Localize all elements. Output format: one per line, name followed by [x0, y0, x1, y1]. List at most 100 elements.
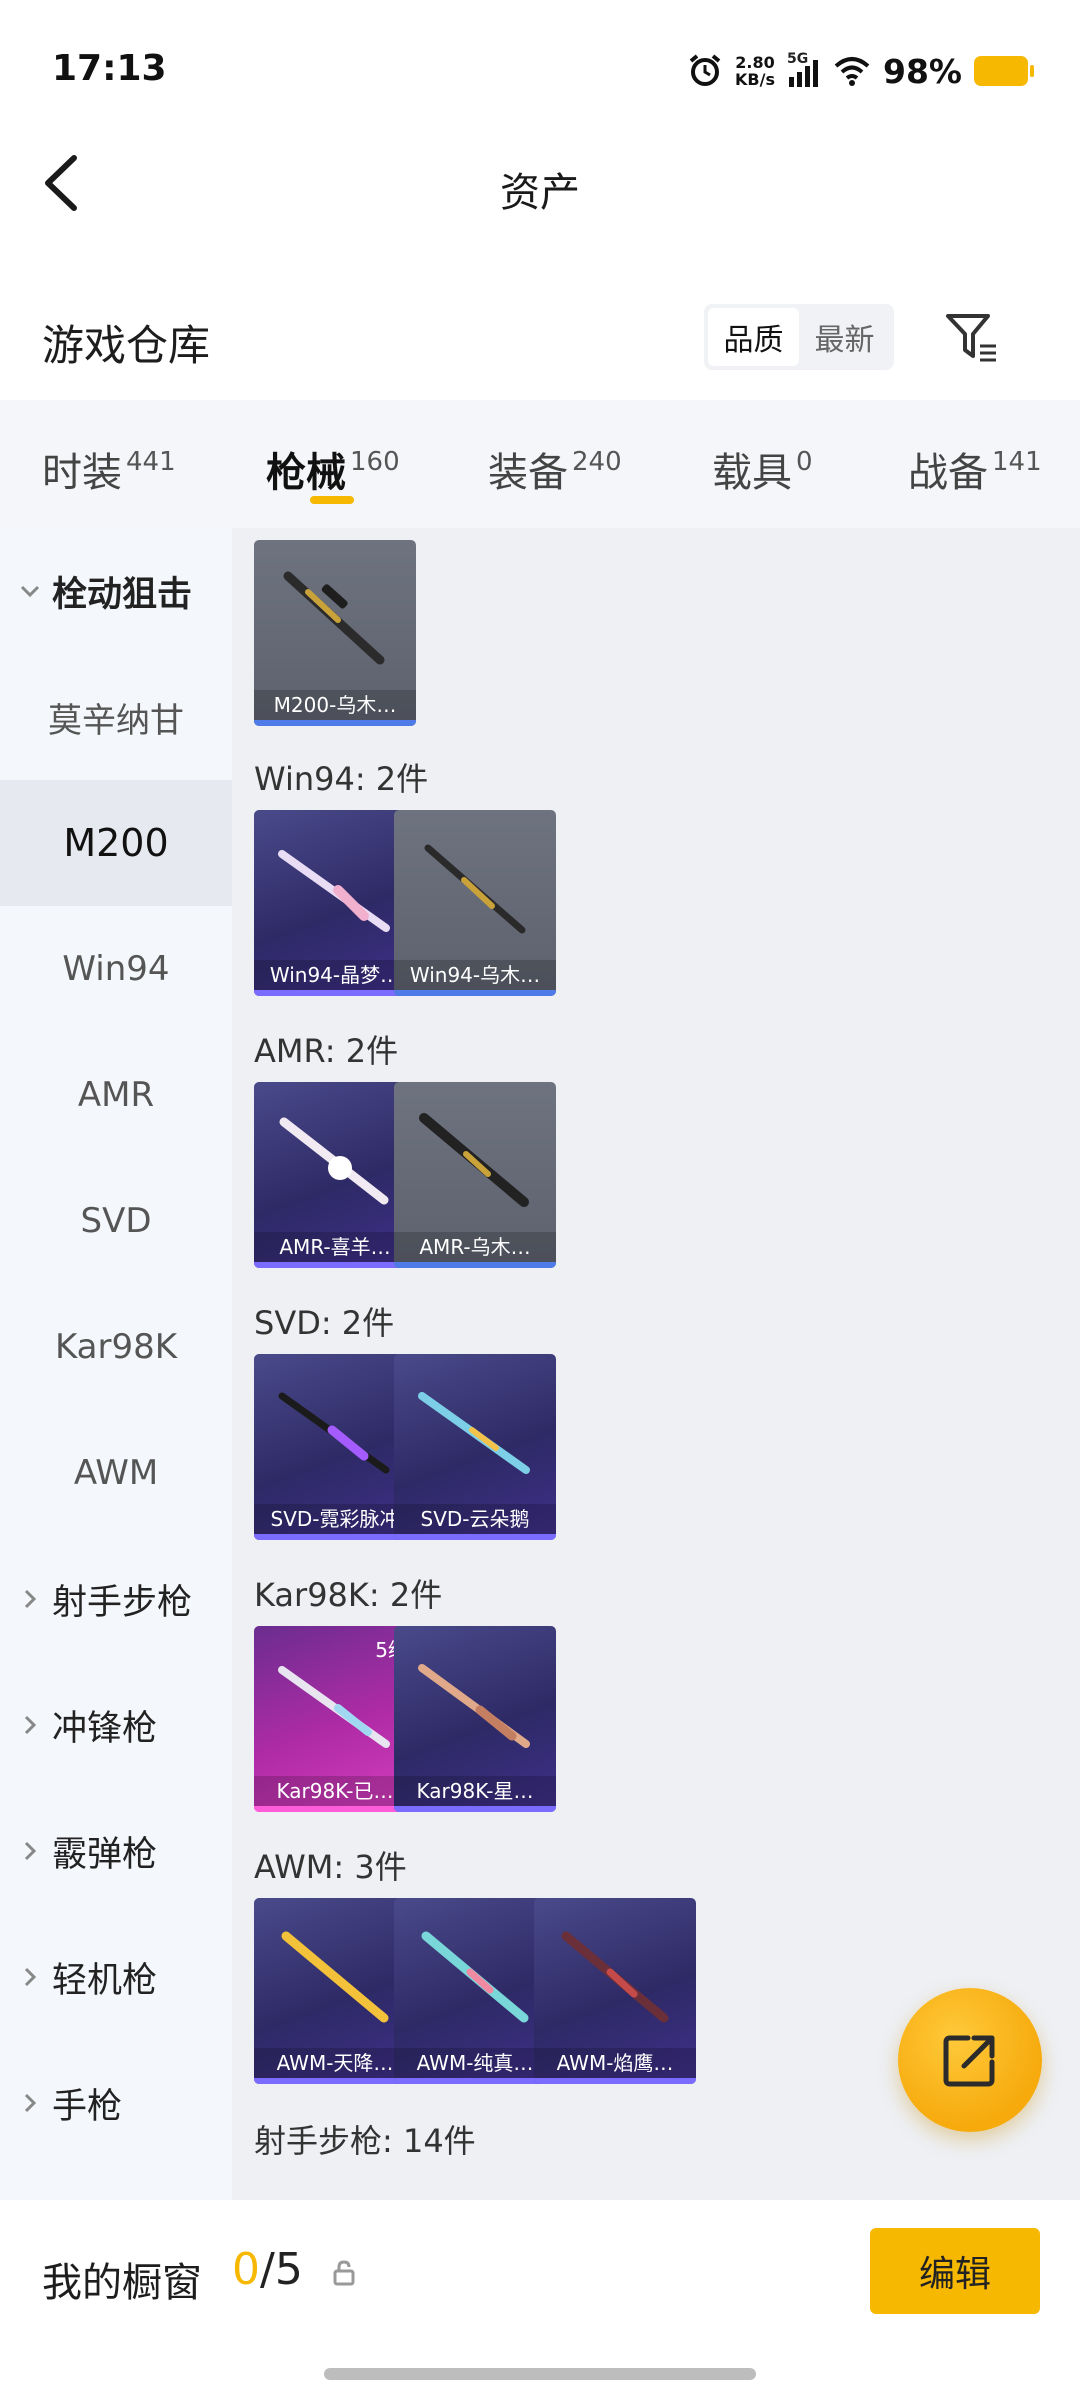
rifle-icon — [418, 1664, 530, 1748]
item-label: AWM-纯真… — [394, 2048, 556, 2078]
sidebar: 栓动狙击 莫辛纳甘 M200 Win94 AMR SVD Kar98K AWM … — [0, 528, 232, 2200]
item-card[interactable]: Win94-乌木… — [394, 810, 556, 996]
rarity-bar — [254, 1534, 416, 1540]
home-indicator — [324, 2368, 756, 2380]
battery-percent: 98% — [883, 51, 962, 91]
item-label: Win94-晶梦… — [254, 960, 416, 990]
section-heading-svd: SVD: 2件 — [254, 1304, 395, 1342]
sidebar-group-marksman[interactable]: 射手步枪 — [0, 1536, 232, 1662]
rifle-icon — [281, 1931, 389, 2023]
showcase-bar: 我的橱窗 0/5 编辑 — [0, 2200, 1080, 2400]
sidebar-group-pistol[interactable]: 手枪 — [0, 2040, 232, 2166]
section-heading-awm: AWM: 3件 — [254, 1848, 407, 1886]
sidebar-item-mosin[interactable]: 莫辛纳甘 — [0, 654, 232, 780]
sort-newest-button[interactable]: 最新 — [799, 308, 890, 366]
sidebar-group-bolt-sniper[interactable]: 栓动狙击 — [0, 528, 232, 654]
item-card[interactable]: AMR-乌木… — [394, 1082, 556, 1268]
chevron-right-icon — [24, 1967, 37, 1987]
section-heading-win94: Win94: 2件 — [254, 760, 429, 798]
rifle-icon — [278, 850, 390, 932]
item-card[interactable]: AWM-焰鹰… — [534, 1898, 696, 2084]
item-card[interactable]: Win94-晶梦… — [254, 810, 416, 996]
rarity-bar — [394, 1806, 556, 1812]
chevron-right-icon — [24, 2093, 37, 2113]
chevron-down-icon — [20, 585, 40, 598]
sidebar-item-amr[interactable]: AMR — [0, 1032, 232, 1158]
item-card[interactable]: SVD-霓彩脉冲 — [254, 1354, 416, 1540]
tab-supplies[interactable]: 战备 141 — [908, 440, 1042, 498]
chevron-right-icon — [24, 1589, 37, 1609]
item-card[interactable]: AWM-纯真… — [394, 1898, 556, 2084]
chevron-right-icon — [24, 1715, 37, 1735]
item-label: Win94-乌木… — [394, 960, 556, 990]
item-label: AMR-喜羊… — [254, 1232, 416, 1262]
rarity-bar — [254, 2078, 416, 2084]
sidebar-item-kar98k[interactable]: Kar98K — [0, 1284, 232, 1410]
chevron-right-icon — [24, 1841, 37, 1861]
rarity-bar — [254, 990, 416, 996]
tab-vehicles[interactable]: 载具 0 — [712, 440, 813, 498]
alarm-icon — [689, 54, 721, 86]
category-tabs: 时装 441 枪械 160 装备 240 载具 0 战备 141 — [0, 400, 1080, 528]
status-icons: 2.80 KB/s 5G 98% — [687, 46, 1034, 96]
tab-firearms[interactable]: 枪械 160 — [266, 440, 400, 498]
item-grid: M200-乌木… Win94: 2件 Win94-晶梦… Win94-乌木… A… — [232, 528, 1080, 2200]
item-label: AWM-焰鹰… — [534, 2048, 696, 2078]
rifle-icon — [418, 1392, 530, 1474]
sidebar-group-lmg[interactable]: 轻机枪 — [0, 1914, 232, 2040]
sidebar-item-win94[interactable]: Win94 — [0, 906, 232, 1032]
showcase-count: 0/5 — [232, 2244, 303, 2295]
network-speed: 2.80 KB/s — [735, 53, 775, 89]
section-heading-amr: AMR: 2件 — [254, 1032, 399, 1070]
sort-toggle: 品质 最新 — [704, 304, 894, 370]
item-label: Kar98K-已… — [254, 1776, 416, 1806]
rarity-bar — [394, 1534, 556, 1540]
item-card[interactable]: M200-乌木… — [254, 540, 416, 726]
rarity-bar — [254, 1262, 416, 1268]
item-card[interactable]: AWM-天降… — [254, 1898, 416, 2084]
rarity-bar — [254, 1806, 416, 1812]
rarity-bar — [394, 990, 556, 996]
sidebar-item-svd[interactable]: SVD — [0, 1158, 232, 1284]
rifle-icon — [561, 1931, 669, 2023]
rarity-bar — [394, 1262, 556, 1268]
sidebar-item-awm[interactable]: AWM — [0, 1410, 232, 1536]
warehouse-title: 游戏仓库 — [42, 321, 211, 370]
item-label: Kar98K-星… — [394, 1776, 556, 1806]
item-card[interactable]: Kar98K-星… — [394, 1626, 556, 1812]
showcase-title: 我的橱窗 — [42, 2260, 202, 2306]
sidebar-group-shotgun[interactable]: 霰弹枪 — [0, 1788, 232, 1914]
item-card[interactable]: AMR-喜羊… — [254, 1082, 416, 1268]
item-card[interactable]: 5级 Kar98K-已… — [254, 1626, 416, 1812]
rarity-bar — [394, 2078, 556, 2084]
item-label: AMR-乌木… — [394, 1232, 556, 1262]
lock-icon — [333, 2260, 355, 2286]
tab-fashion[interactable]: 时装 441 — [42, 440, 176, 498]
sort-quality-button[interactable]: 品质 — [708, 308, 799, 366]
rifle-icon — [424, 844, 526, 934]
item-label: M200-乌木… — [254, 690, 416, 720]
status-bar: 17:13 2.80 KB/s 5G 98% — [0, 0, 1080, 140]
page-title: 资产 — [500, 170, 580, 216]
rifle-icon — [279, 1117, 389, 1205]
active-tab-indicator — [310, 496, 354, 504]
wifi-icon — [834, 57, 870, 86]
sidebar-item-m200[interactable]: M200 — [0, 780, 232, 906]
item-card[interactable]: SVD-云朵鹅 — [394, 1354, 556, 1540]
sidebar-group-smg[interactable]: 冲锋枪 — [0, 1662, 232, 1788]
battery-icon — [974, 56, 1034, 86]
item-label: SVD-霓彩脉冲 — [254, 1504, 416, 1534]
edit-button[interactable]: 编辑 — [870, 2228, 1040, 2314]
rifle-icon — [278, 1392, 390, 1474]
rifle-icon — [419, 1113, 529, 1207]
rarity-bar — [254, 720, 416, 726]
item-label: AWM-天降… — [254, 2048, 416, 2078]
rifle-icon — [421, 1931, 529, 2023]
item-label: SVD-云朵鹅 — [394, 1504, 556, 1534]
tab-equipment[interactable]: 装备 240 — [488, 440, 622, 498]
rarity-bar — [534, 2078, 696, 2084]
share-fab-button[interactable] — [898, 1988, 1042, 2132]
section-heading-marksman: 射手步枪: 14件 — [254, 2122, 476, 2160]
sniper-rifle-icon — [283, 571, 385, 665]
filter-icon[interactable] — [944, 312, 1000, 364]
